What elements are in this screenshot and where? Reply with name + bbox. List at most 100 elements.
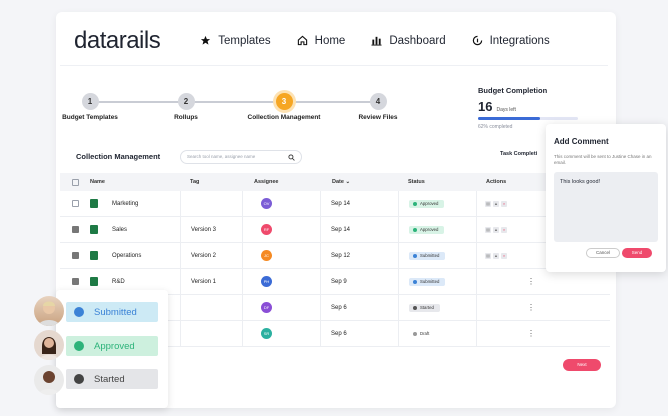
next-button[interactable]: Next xyxy=(563,359,601,371)
status-badge[interactable]: Submitted xyxy=(409,251,446,260)
row-name-cell: Sales xyxy=(84,225,180,234)
budget-progress-bar xyxy=(478,117,578,120)
bar-chart-icon xyxy=(371,36,382,46)
row-actions: ▤ ▲ × xyxy=(485,200,507,207)
search-input[interactable]: Search tool name, assignee name xyxy=(180,150,302,164)
half-circle-icon xyxy=(74,374,84,384)
status-badge[interactable]: Started xyxy=(409,303,440,312)
avatar[interactable]: DF xyxy=(261,302,272,313)
status-badge[interactable]: Approved xyxy=(409,225,445,234)
check-icon xyxy=(74,341,84,351)
col-status[interactable]: Status xyxy=(398,179,476,185)
table-row[interactable]: Marketing OV Sep 14 Approved ▤ ▲ × xyxy=(60,191,610,217)
step-number: 2 xyxy=(177,93,195,110)
row-checkbox-cell xyxy=(72,278,84,285)
comment-icon[interactable]: ▤ xyxy=(485,252,491,259)
step-review-files[interactable]: 4 Review Files xyxy=(333,93,423,121)
avatar[interactable]: RF xyxy=(261,224,272,235)
row-assignee-cell: SR xyxy=(242,321,320,346)
row-date: Sep 14 xyxy=(320,191,398,216)
reject-icon[interactable]: × xyxy=(501,200,507,207)
cancel-button[interactable]: Cancel xyxy=(586,248,620,258)
send-button[interactable]: Send xyxy=(622,248,652,258)
more-options-icon[interactable]: ⋮ xyxy=(527,303,535,312)
row-checkbox[interactable] xyxy=(72,226,79,233)
more-options-icon[interactable]: ⋮ xyxy=(527,329,535,338)
col-name[interactable]: Name xyxy=(84,179,180,185)
col-assignee[interactable]: Assignee xyxy=(242,179,320,185)
user-icon[interactable]: ▲ xyxy=(493,200,499,207)
row-tag: Version 1 xyxy=(180,269,242,294)
status-label: Submitted xyxy=(420,252,440,258)
status-dot-icon xyxy=(413,279,417,284)
row-assignee-cell: OV xyxy=(242,191,320,216)
table-row[interactable]: Sales Version 3 RF Sep 14 Approved ▤ ▲ × xyxy=(60,217,610,243)
row-date: Sep 12 xyxy=(320,243,398,268)
col-tag[interactable]: Tag xyxy=(180,179,242,185)
status-card-approved: Approved xyxy=(66,336,158,356)
nav-dashboard[interactable]: Dashboard xyxy=(371,34,446,47)
logo: datarails xyxy=(74,26,161,54)
select-all-checkbox[interactable] xyxy=(72,178,79,186)
days-label: Days left xyxy=(496,107,516,113)
step-rollups[interactable]: 2 Rollups xyxy=(141,93,231,121)
col-actions[interactable]: Actions xyxy=(476,179,556,185)
col-date[interactable]: Date ⌄ xyxy=(320,179,398,185)
excel-file-icon xyxy=(90,251,98,260)
reject-icon[interactable]: × xyxy=(501,226,507,233)
comment-icon[interactable]: ▤ xyxy=(485,226,491,233)
reject-icon[interactable]: × xyxy=(501,252,507,259)
clock-icon xyxy=(74,307,84,317)
row-name[interactable]: Operations xyxy=(112,253,141,259)
person-avatar-1 xyxy=(34,296,64,326)
avatar[interactable]: OV xyxy=(261,198,272,209)
excel-file-icon xyxy=(90,225,98,234)
excel-file-icon xyxy=(90,277,98,286)
row-actions-cell: ▤ ▲ × xyxy=(476,243,556,268)
row-name[interactable]: Sales xyxy=(112,227,127,233)
nav-home[interactable]: Home xyxy=(297,35,345,47)
row-tag: Version 2 xyxy=(180,243,242,268)
row-name[interactable]: R&D xyxy=(112,279,125,285)
status-card-started: Started xyxy=(66,369,158,389)
row-status-cell: Submitted xyxy=(398,269,476,294)
row-checkbox[interactable] xyxy=(72,278,79,285)
col-date-label: Date xyxy=(332,179,344,185)
status-badge[interactable]: Draft xyxy=(409,330,435,338)
comment-textarea[interactable]: This looks good! xyxy=(554,172,658,242)
excel-file-icon xyxy=(90,199,98,208)
step-label: Budget Templates xyxy=(62,114,118,121)
status-badge[interactable]: Approved xyxy=(409,199,445,208)
user-icon[interactable]: ▲ xyxy=(493,226,499,233)
table-row[interactable]: Operations Version 2 JC Sep 12 Submitted… xyxy=(60,243,610,269)
row-actions-cell: ⋮ xyxy=(476,321,556,346)
task-completion-label: Task Completi xyxy=(500,151,538,157)
status-card-submitted: Submitted xyxy=(66,302,158,322)
avatar[interactable]: JC xyxy=(261,250,272,261)
nav-integrations[interactable]: Integrations xyxy=(472,35,550,47)
row-assignee-cell: PH xyxy=(242,269,320,294)
person-avatar-2 xyxy=(34,330,64,360)
step-number: 1 xyxy=(81,93,99,110)
nav-templates[interactable]: Templates xyxy=(200,35,271,47)
status-dot-icon xyxy=(413,201,417,206)
row-checkbox[interactable] xyxy=(72,252,79,259)
more-options-icon[interactable]: ⋮ xyxy=(527,277,535,286)
step-number: 3 xyxy=(275,93,293,110)
row-checkbox[interactable] xyxy=(72,200,79,207)
user-icon[interactable]: ▲ xyxy=(493,252,499,259)
workflow-stepper: 1 Budget Templates 2 Rollups 3 Collectio… xyxy=(62,90,400,140)
nav-label: Dashboard xyxy=(389,34,446,47)
header-checkbox-cell xyxy=(72,178,84,186)
star-icon xyxy=(201,35,211,45)
step-budget-templates[interactable]: 1 Budget Templates xyxy=(45,93,135,121)
row-date: Sep 6 xyxy=(320,321,398,346)
step-collection-management[interactable]: 3 Collection Management xyxy=(239,93,329,121)
row-name-cell: Operations xyxy=(84,251,180,260)
avatar[interactable]: PH xyxy=(261,276,272,287)
comment-icon[interactable]: ▤ xyxy=(485,200,491,207)
row-name[interactable]: Marketing xyxy=(112,201,138,207)
avatar[interactable]: SR xyxy=(261,328,272,339)
status-badge[interactable]: Submitted xyxy=(409,277,446,286)
collection-title: Collection Management xyxy=(76,152,161,161)
